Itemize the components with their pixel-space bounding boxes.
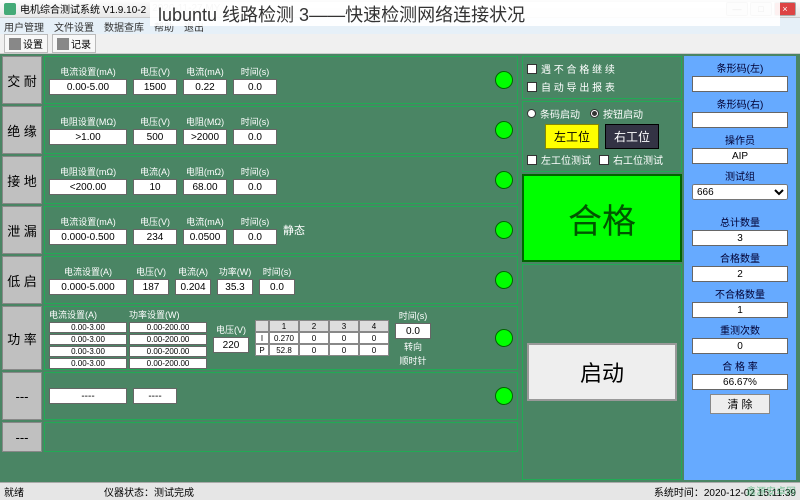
checkbox-icon	[527, 82, 537, 92]
opt-auto-export[interactable]: 自 动 导 出 报 表	[527, 79, 677, 94]
radio-barcode-start[interactable]: 条码启动	[527, 106, 580, 121]
row-xielou: 泄 漏 电流设置(mA)0.000-0.500 电压(V)234 电流(mA)0…	[2, 206, 518, 254]
row-tag: 交 耐	[2, 56, 42, 104]
operator-value: AIP	[692, 148, 788, 164]
status-ready: 就绪	[4, 484, 24, 499]
current-settings: 电流设置(A) 0.00-3.00 0.00-3.00 0.00-3.00 0.…	[49, 308, 127, 369]
chk-left-test[interactable]: 左工位测试	[527, 152, 591, 167]
options-box-1: 遇 不 合 格 继 续 自 动 导 出 报 表	[522, 56, 682, 99]
overlay-caption: lubuntu 线路检测 3——快速检测网络连接状况	[150, 2, 780, 26]
row-jueyuan: 绝 缘 电阻设置(MΩ)>1.00 电压(V)500 电阻(MΩ)>2000 时…	[2, 106, 518, 154]
radio-icon	[527, 109, 536, 118]
row-blank2: ---	[2, 422, 518, 452]
menu-data[interactable]: 数据查库	[104, 19, 144, 34]
static-label: 静态	[283, 222, 305, 238]
row-diqi: 低 启 电流设置(A)0.000-5.000 电压(V)187 电流(A)0.2…	[2, 256, 518, 304]
status-led-icon	[495, 271, 513, 289]
pass-indicator: 合格	[522, 174, 682, 262]
statusbar: 就绪 仪器状态：测试完成 系统时间：2020-12-02 15:11:39	[0, 482, 800, 500]
side-panel: 条形码(左) 条形码(右) 操作员AIP 测试组666 总计数量3 合格数量2 …	[684, 56, 796, 480]
row-body: 电流设置(mA)0.00-5.00 电压(V)1500 电流(mA)0.22 时…	[44, 56, 518, 104]
start-box: 启动	[522, 264, 682, 480]
radio-button-start[interactable]: 按钮启动	[590, 106, 643, 121]
checkbox-icon	[527, 64, 537, 74]
window-title: 电机综合测试系统 V1.9.10-2	[20, 1, 146, 16]
setting-value[interactable]: 0.00-5.00	[49, 79, 127, 95]
pass-count: 2	[692, 266, 788, 282]
radio-icon	[590, 109, 599, 118]
left-column: 交 耐 电流设置(mA)0.00-5.00 电压(V)1500 电流(mA)0.…	[0, 54, 520, 482]
status-led-icon	[495, 71, 513, 89]
status-led-icon	[495, 221, 513, 239]
status-led-icon	[495, 387, 513, 405]
checkbox-icon	[599, 155, 609, 165]
ip-table: 1234 I0.270000 P52.8000	[255, 320, 389, 356]
status-led-icon	[495, 329, 513, 347]
barcode-right-input[interactable]	[692, 112, 788, 128]
row-blank1: --- --------	[2, 372, 518, 420]
checkbox-icon	[527, 155, 537, 165]
total-count: 3	[692, 230, 788, 246]
test-group-select[interactable]: 666	[692, 184, 788, 200]
main-panel: 交 耐 电流设置(mA)0.00-5.00 电压(V)1500 电流(mA)0.…	[0, 54, 800, 482]
right-station-button[interactable]: 右工位	[605, 124, 659, 149]
right-column: 遇 不 合 格 继 续 自 动 导 出 报 表 条码启动 按钮启动 左工位 右工…	[520, 54, 798, 482]
options-box-2: 条码启动 按钮启动 左工位 右工位 左工位测试 右工位测试	[522, 101, 682, 172]
fail-count: 1	[692, 302, 788, 318]
row-jiedi: 接 地 电阻设置(mΩ)<200.00 电流(A)10 电阻(mΩ)68.00 …	[2, 156, 518, 204]
toolbar-record[interactable]: 记录	[52, 34, 96, 53]
left-station-button[interactable]: 左工位	[545, 124, 599, 149]
opt-continue-on-fail[interactable]: 遇 不 合 格 继 续	[527, 61, 677, 76]
instrument-status: 测试完成	[154, 488, 194, 499]
watermark: 鑫源安卓网	[746, 483, 796, 498]
status-led-icon	[495, 121, 513, 139]
toolbar: 设置 记录	[0, 34, 800, 54]
clear-button[interactable]: 清 除	[710, 394, 770, 414]
toolbar-settings[interactable]: 设置	[4, 34, 48, 53]
menu-user[interactable]: 用户管理	[4, 19, 44, 34]
app-icon	[4, 3, 16, 15]
row-jiaonai: 交 耐 电流设置(mA)0.00-5.00 电压(V)1500 电流(mA)0.…	[2, 56, 518, 104]
book-icon	[9, 38, 21, 50]
record-icon	[57, 38, 69, 50]
power-settings: 功率设置(W) 0.00-200.00 0.00-200.00 0.00-200…	[129, 308, 207, 369]
retest-count: 0	[692, 338, 788, 354]
menu-file[interactable]: 文件设置	[54, 19, 94, 34]
row-gonglv: 功 率 电流设置(A) 0.00-3.00 0.00-3.00 0.00-3.0…	[2, 306, 518, 370]
pass-rate: 66.67%	[692, 374, 788, 390]
barcode-left-input[interactable]	[692, 76, 788, 92]
status-led-icon	[495, 171, 513, 189]
chk-right-test[interactable]: 右工位测试	[599, 152, 663, 167]
right-a: 遇 不 合 格 继 续 自 动 导 出 报 表 条码启动 按钮启动 左工位 右工…	[522, 56, 682, 480]
start-button[interactable]: 启动	[527, 343, 677, 401]
